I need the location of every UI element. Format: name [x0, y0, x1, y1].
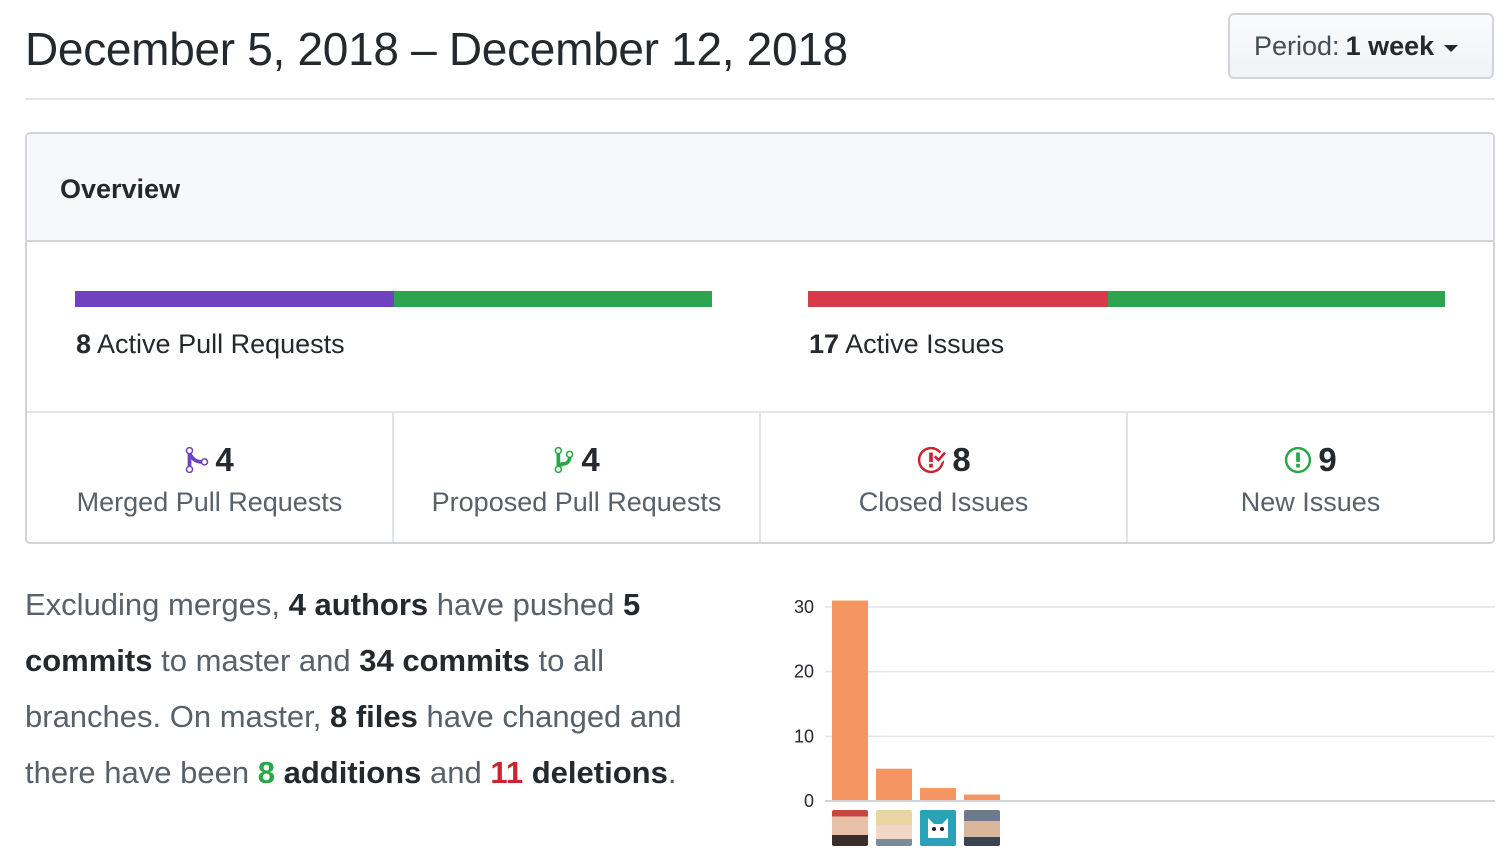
stat-closed-issues[interactable]: 8 Closed Issues: [761, 413, 1128, 542]
period-value: 1 week: [1345, 30, 1435, 61]
merged-segment: [75, 291, 394, 307]
commit-bar[interactable]: [920, 788, 956, 800]
git-pull-request-icon: [554, 446, 574, 474]
active-pull-requests-link[interactable]: 8 Active Pull Requests: [76, 329, 345, 360]
y-tick-label: 10: [794, 726, 814, 746]
header-divider: [25, 98, 1495, 100]
new-issues-count: 9: [1318, 441, 1337, 478]
closed-segment: [808, 291, 1108, 307]
active-issues-link[interactable]: 17 Active Issues: [809, 329, 1004, 360]
summary-text: Excluding merges,: [25, 587, 281, 622]
summary-text: .: [667, 755, 677, 790]
pull-requests-bar[interactable]: [75, 291, 712, 307]
git-merge-icon: [186, 446, 209, 474]
cat-logo-icon: [928, 818, 948, 838]
active-pull-requests-count: 8: [76, 329, 92, 359]
avatar[interactable]: [876, 810, 912, 846]
commit-bar[interactable]: [876, 768, 912, 800]
open-segment: [1107, 291, 1445, 307]
avatar[interactable]: [920, 810, 956, 846]
closed-label: Closed Issues: [858, 487, 1029, 517]
proposed-count: 4: [581, 441, 600, 478]
y-tick-label: 30: [794, 597, 814, 617]
commit-bar[interactable]: [832, 600, 868, 800]
stat-new-issues[interactable]: 9 New Issues: [1128, 413, 1493, 542]
avatar[interactable]: [832, 810, 868, 846]
summary-text: to master and: [161, 643, 351, 678]
summary-text: have pushed: [436, 587, 615, 622]
active-issues-count: 17: [809, 329, 840, 359]
commit-bar[interactable]: [964, 794, 1000, 800]
overview-panel: Overview 8 Active Pull Requests 17 Activ…: [25, 132, 1495, 544]
stats-row: 4 Merged Pull Requests 4 Proposed Pull R…: [27, 411, 1493, 542]
active-issues-label: Active Issues: [845, 329, 1005, 359]
issues-bar[interactable]: [808, 291, 1445, 307]
overview-heading: Overview: [60, 174, 181, 204]
avatar[interactable]: [964, 810, 1000, 846]
proposed-label: Proposed Pull Requests: [431, 487, 722, 517]
caret-down-icon: [1444, 44, 1459, 52]
new-issues-label: New Issues: [1240, 487, 1381, 517]
y-tick-label: 0: [804, 791, 814, 811]
closed-count: 8: [952, 441, 971, 478]
additions-count: 8: [257, 755, 275, 790]
issue-opened-icon: [1285, 446, 1312, 474]
active-pull-requests-label: Active Pull Requests: [97, 329, 345, 359]
merged-label: Merged Pull Requests: [76, 487, 343, 517]
page-title: December 5, 2018 – December 12, 2018: [25, 23, 848, 75]
period-label: Period:: [1254, 30, 1340, 61]
issue-closed-icon: [918, 446, 947, 474]
authors-count: 4 authors: [288, 587, 429, 622]
deletions-label: deletions: [531, 755, 668, 790]
additions-label: additions: [283, 755, 422, 790]
commits-by-author-chart: 0 10 20 30: [770, 585, 1500, 862]
stat-proposed-pull-requests[interactable]: 4 Proposed Pull Requests: [394, 413, 761, 542]
proposed-segment: [393, 291, 712, 307]
overview-header: Overview: [27, 134, 1493, 242]
stat-merged-pull-requests[interactable]: 4 Merged Pull Requests: [27, 413, 394, 542]
y-tick-label: 20: [794, 662, 814, 682]
commit-summary: Excluding merges, 4 authors have pushed …: [25, 577, 745, 801]
all-commits-count: 34 commits: [359, 643, 530, 678]
summary-text: and: [429, 755, 482, 790]
deletions-count: 11: [490, 755, 524, 790]
period-dropdown-button[interactable]: Period: 1 week: [1228, 13, 1494, 79]
merged-count: 4: [215, 441, 234, 478]
files-changed-count: 8 files: [330, 699, 418, 734]
